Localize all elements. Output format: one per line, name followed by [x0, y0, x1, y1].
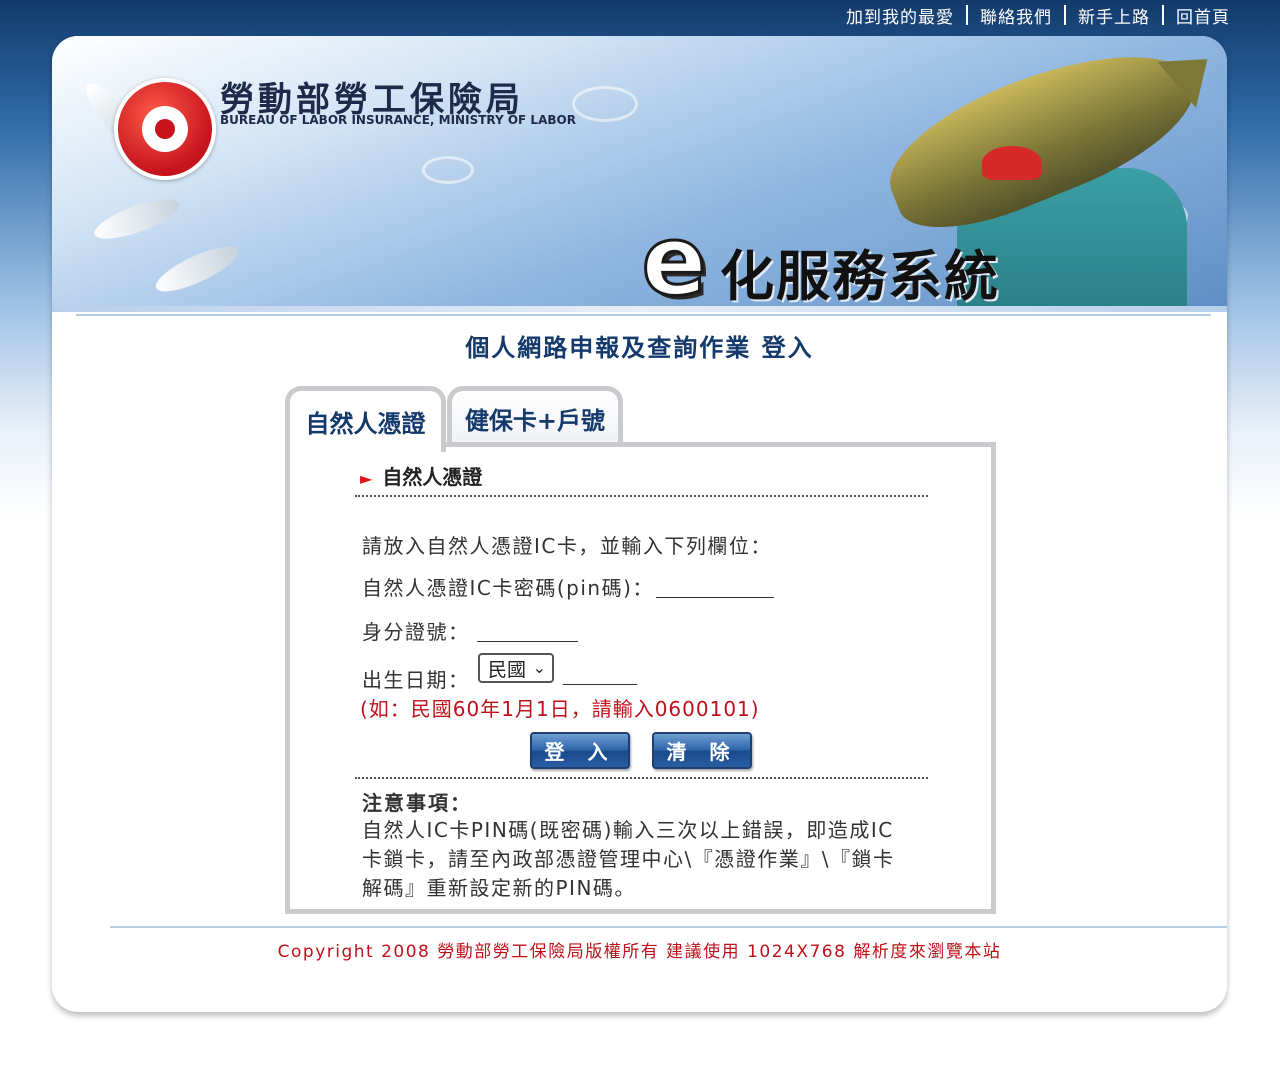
home-link[interactable]: 回首頁	[1176, 3, 1230, 28]
clear-button[interactable]: 清 除	[652, 732, 752, 769]
notice-title: 注意事項：	[362, 791, 472, 815]
header-banner: 勞動部勞工保險局 BUREAU OF LABOR INSURANCE, MINI…	[52, 36, 1227, 311]
birth-date-hint: (如：民國60年1月1日，請輸入0600101)	[360, 697, 760, 721]
right-triangle-icon: ►	[360, 469, 373, 488]
cloud-decoration	[572, 86, 638, 122]
system-title: 化服務系統	[720, 245, 1000, 308]
divider	[76, 314, 1211, 316]
chevron-down-icon: ⌄	[532, 658, 546, 677]
cloud-decoration	[422, 156, 474, 184]
pin-label: 自然人憑證IC卡密碼(pin碼)：	[362, 576, 654, 600]
login-panel: ► 自然人憑證 請放入自然人憑證IC卡，並輸入下列欄位： 自然人憑證IC卡密碼(p…	[285, 442, 996, 914]
pin-input[interactable]	[656, 571, 774, 598]
nav-divider	[1162, 5, 1164, 25]
nav-divider	[966, 5, 968, 25]
dotted-divider	[355, 495, 928, 497]
copyright-text: Copyright 2008 勞動部勞工保險局版權所有 建議使用 1024X76…	[277, 942, 1002, 962]
top-nav: 加到我的最愛 聯絡我們 新手上路 回首頁	[0, 0, 1280, 30]
tab-citizen-certificate[interactable]: 自然人憑證	[285, 386, 446, 452]
era-selected-value: 民國	[488, 658, 527, 681]
fisherman-hat-image	[982, 146, 1042, 180]
birth-date-input[interactable]	[563, 658, 637, 685]
section-heading: ► 自然人憑證	[360, 461, 482, 490]
contact-us-link[interactable]: 聯絡我們	[980, 3, 1052, 28]
e-logo: e	[640, 205, 708, 311]
nav-divider	[1064, 5, 1066, 25]
intro-text: 請放入自然人憑證IC卡，並輸入下列欄位：	[362, 534, 772, 558]
login-button[interactable]: 登 入	[530, 732, 630, 769]
org-name-en: BUREAU OF LABOR INSURANCE, MINISTRY OF L…	[220, 113, 576, 127]
getting-started-link[interactable]: 新手上路	[1078, 3, 1150, 28]
footer-divider	[110, 926, 1227, 928]
seagull-image	[150, 238, 244, 300]
id-label: 身分證號：	[362, 620, 470, 644]
seagull-image	[90, 191, 184, 247]
main-card: 勞動部勞工保險局 BUREAU OF LABOR INSURANCE, MINI…	[52, 36, 1227, 1012]
birth-label: 出生日期：	[362, 668, 470, 692]
dotted-divider	[355, 777, 928, 779]
page-title: 個人網路申報及查詢作業 登入	[465, 334, 814, 362]
era-select[interactable]: 民國 ⌄	[478, 653, 554, 683]
section-title: 自然人憑證	[382, 465, 483, 489]
banner-edge	[52, 306, 1227, 312]
bli-logo-icon	[114, 78, 216, 180]
notice-body: 自然人IC卡PIN碼(既密碼)輸入三次以上錯誤，即造成IC卡鎖卡，請至內政部憑證…	[362, 818, 895, 900]
tab-health-card[interactable]: 健保卡+戶號	[447, 386, 623, 446]
id-number-input[interactable]	[477, 615, 578, 642]
add-favorite-link[interactable]: 加到我的最愛	[846, 3, 954, 28]
